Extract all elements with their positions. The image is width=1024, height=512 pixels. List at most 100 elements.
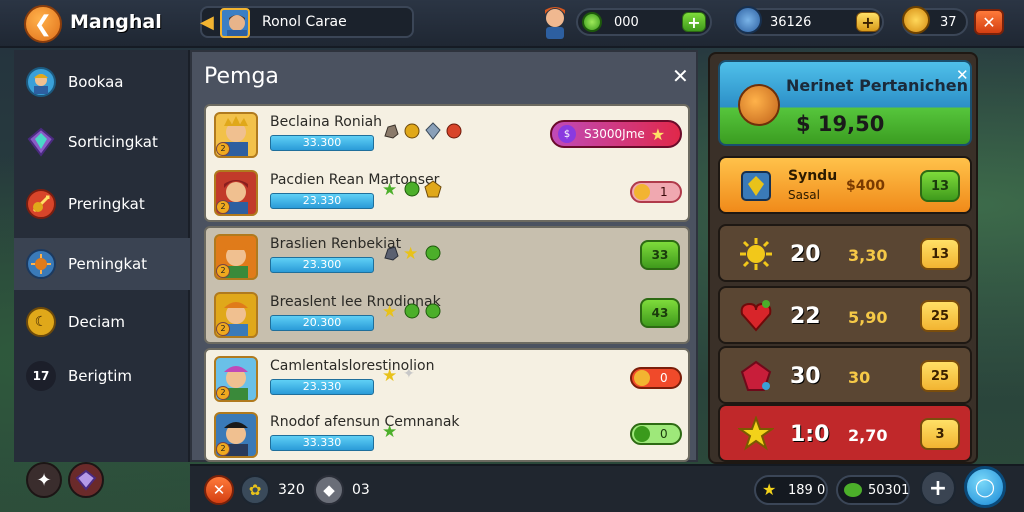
- star-icon: ★: [762, 480, 777, 499]
- star-counter: ★ 189 0: [754, 475, 828, 505]
- star-icon: ★: [382, 366, 398, 386]
- gold-coin-icon: [634, 370, 650, 386]
- coin-counter: 37: [902, 6, 968, 36]
- level-badge: 2: [216, 386, 230, 400]
- star-icon: ★: [382, 422, 398, 442]
- gem-reward-button[interactable]: 0: [630, 423, 682, 445]
- item-icons: [382, 122, 463, 140]
- back-button[interactable]: ❮: [24, 5, 62, 43]
- item-icons: ★: [382, 244, 442, 264]
- buy-button[interactable]: 25: [920, 300, 960, 332]
- sidebar-item-deciam[interactable]: ☾ Deciam: [14, 296, 190, 348]
- dollar-icon: $: [558, 125, 576, 143]
- search-button[interactable]: ◯: [964, 466, 1006, 508]
- shop-item[interactable]: 1:0 2,70 3: [718, 404, 972, 462]
- shop-item[interactable]: 22 5,90 25: [718, 286, 972, 344]
- item-icons: ★: [382, 180, 442, 200]
- shop-item[interactable]: 20 3,30 13: [718, 224, 972, 282]
- star-icon: ★: [382, 302, 398, 322]
- character-avatar[interactable]: [540, 4, 570, 40]
- level-badge: 2: [216, 142, 230, 156]
- close-icon: ✕: [956, 66, 969, 84]
- offer-close-button[interactable]: ✕: [956, 66, 969, 84]
- close-icon: ✕: [672, 64, 689, 88]
- stone-count: 03: [352, 482, 370, 498]
- cancel-button[interactable]: ✕: [204, 475, 234, 505]
- shop-item[interactable]: Syndu Sasal $400 13: [718, 156, 972, 214]
- close-icon: ✕: [982, 12, 996, 32]
- shop-item[interactable]: 30 30 25: [718, 346, 972, 404]
- buy-button[interactable]: 25: [920, 360, 960, 392]
- sidebar-item-bookaa[interactable]: Bookaa: [14, 56, 190, 108]
- add-gems-button[interactable]: +: [682, 12, 706, 32]
- featured-offer[interactable]: Nerinet Pertanichen $ 19,50 ✕: [718, 60, 972, 146]
- score-bar: 33.330: [270, 435, 374, 451]
- sidebar-item-pemingkat[interactable]: Pemingkat: [14, 238, 190, 290]
- list-item[interactable]: 2 Camlentalslorestinolion 23.330 ★ ✦ 0: [206, 350, 688, 408]
- number-badge-icon: 17: [26, 361, 56, 391]
- claim-button[interactable]: 43: [640, 298, 680, 328]
- rock-icon: [382, 122, 400, 140]
- star-icon: ★: [382, 180, 398, 200]
- bottom-bar: ✕ ✿ 320 ◆ 03 ★ 189 0 50301 + ◯: [190, 464, 1024, 512]
- hero-portrait-icon: [227, 15, 247, 36]
- offer-title: Nerinet Pertanichen: [786, 76, 968, 95]
- player-group-3: 2 Camlentalslorestinolion 23.330 ★ ✦ 0 2…: [204, 348, 690, 462]
- gold-ore-icon: [403, 122, 421, 140]
- add-rank-button[interactable]: +: [856, 12, 880, 32]
- treasure-chest-icon: [738, 84, 780, 126]
- star-icon: ★: [403, 244, 419, 264]
- panel-close-button[interactable]: ✕: [672, 64, 689, 88]
- leaf-icon: [424, 244, 442, 262]
- player-group-1: 2 Beclaina Roniah 33.300 $ S3000Jme ★ 2 …: [204, 104, 690, 222]
- item-icons: ★ ✦: [382, 366, 421, 386]
- buy-button[interactable]: 13: [920, 170, 960, 202]
- sparkle-button[interactable]: ✦: [26, 462, 62, 498]
- sun-icon: [738, 236, 774, 272]
- crystal-icon: [424, 122, 442, 140]
- sidebar: Bookaa Sorticingkat Preringkat Pemingkat…: [14, 50, 190, 462]
- sparkle-icon: ✦: [403, 366, 415, 382]
- top-bar: ❮ Manghal ◀ Ronol Carae 000 + 36126 + 37: [0, 0, 1024, 48]
- offer-price: $ 19,50: [796, 112, 885, 136]
- list-item[interactable]: 2 Pacdien Rean Martonser 23.330 ★ 1: [206, 164, 688, 222]
- crystal-icon: [26, 127, 56, 157]
- score-bar: 33.300: [270, 135, 374, 151]
- buy-button[interactable]: 13: [920, 238, 960, 270]
- score-bar: 23.330: [270, 379, 374, 395]
- list-item[interactable]: 2 Braslien Renbekiat 23.300 ★ 33: [206, 228, 688, 286]
- add-button[interactable]: +: [920, 470, 956, 506]
- ore-icon: [382, 244, 400, 262]
- sidebar-item-sorticingkat[interactable]: Sorticingkat: [14, 116, 190, 168]
- sidebar-item-berigtim[interactable]: 17 Berigtim: [14, 350, 190, 402]
- feather-button[interactable]: ✿: [240, 475, 270, 505]
- moon-icon: ☾: [26, 307, 56, 337]
- sidebar-item-preringkat[interactable]: Preringkat: [14, 178, 190, 230]
- coin-reward-button[interactable]: 1: [630, 181, 682, 203]
- special-offer-button[interactable]: $ S3000Jme ★: [550, 120, 682, 148]
- rank-counter: 36126 +: [734, 6, 884, 36]
- claim-button[interactable]: 33: [640, 240, 680, 270]
- close-button[interactable]: ✕: [974, 9, 1004, 35]
- feather-count: 320: [278, 482, 305, 498]
- leaderboard-panel: Pemga ✕ 2 Beclaina Roniah 33.300 $ S3000…: [190, 50, 698, 462]
- list-item[interactable]: 2 Breaslent Iee Rnodionak 20.300 ★ 43: [206, 286, 688, 344]
- score-bar: 20.300: [270, 315, 374, 331]
- gem-box-icon: [738, 168, 774, 204]
- stone-button[interactable]: ◆: [314, 475, 344, 505]
- gem-shop-button[interactable]: [68, 462, 104, 498]
- buy-button[interactable]: 3: [920, 418, 960, 450]
- leaf-icon: [403, 302, 421, 320]
- star-icon: ★: [650, 124, 666, 144]
- leaf-icon: [424, 302, 442, 320]
- list-item[interactable]: 2 Rnodof afensun Cemnanak 33.330 ★ 0: [206, 406, 688, 464]
- list-item[interactable]: 2 Beclaina Roniah 33.300 $ S3000Jme ★: [206, 106, 688, 164]
- caret-left-icon: ◀: [200, 12, 214, 33]
- score-bar: 23.300: [270, 257, 374, 273]
- leaf-icon: [844, 483, 862, 497]
- coin-reward-button[interactable]: 0: [630, 367, 682, 389]
- feather-icon: ✿: [248, 481, 262, 499]
- shop-panel: Nerinet Pertanichen $ 19,50 ✕ Syndu Sasa…: [708, 52, 978, 464]
- player-profile[interactable]: ◀ Ronol Carae: [200, 6, 414, 38]
- level-badge: 2: [216, 200, 230, 214]
